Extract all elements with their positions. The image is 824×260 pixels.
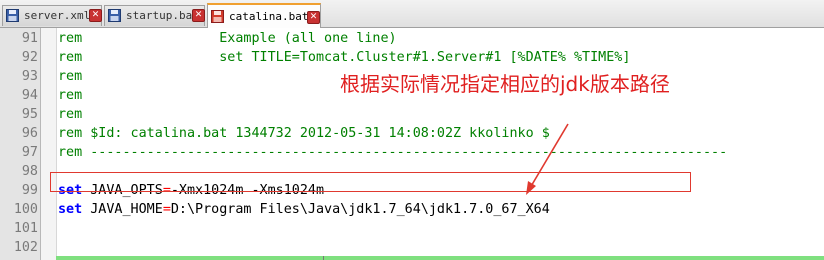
annotation-arrow-icon — [526, 123, 569, 195]
